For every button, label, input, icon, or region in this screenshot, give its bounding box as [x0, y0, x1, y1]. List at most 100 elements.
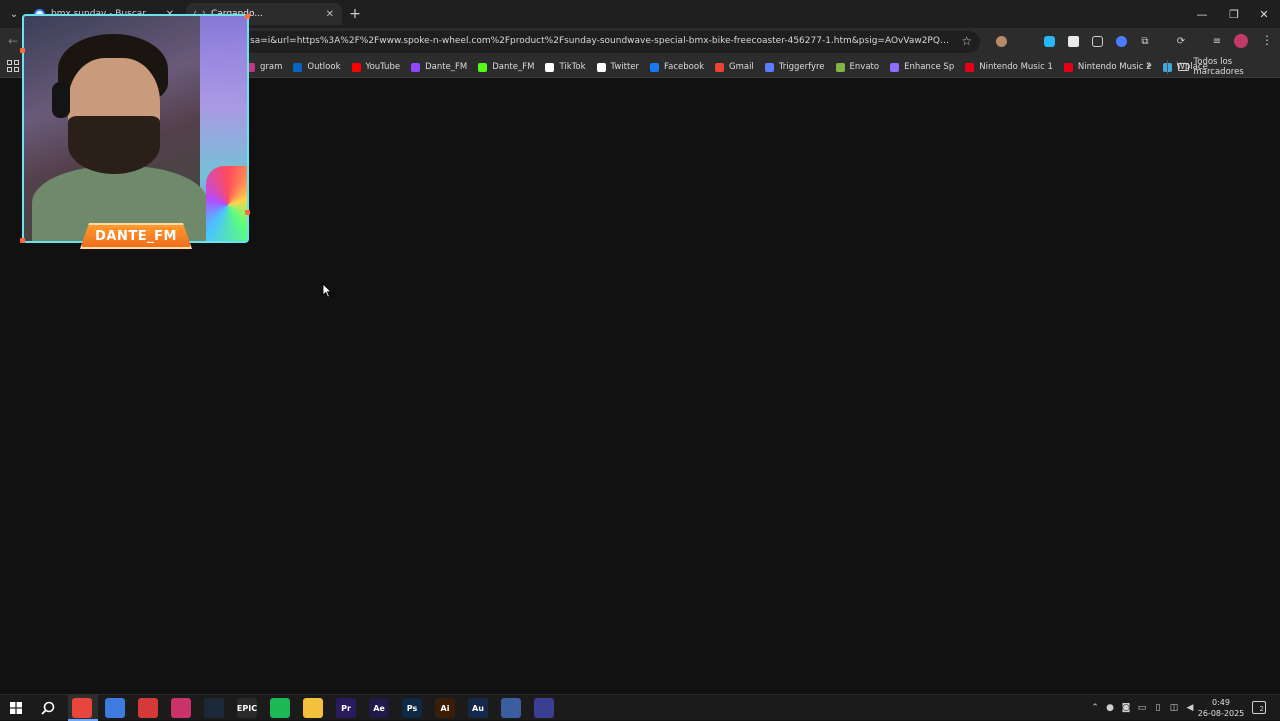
steam-tray-icon[interactable]: ● [1104, 702, 1116, 714]
bookmark-label: Nintendo Music 1 [979, 62, 1053, 72]
bookmark-favicon-icon [1064, 63, 1073, 72]
taskbar-app-app-15[interactable] [534, 698, 554, 718]
taskbar-app-explorer[interactable] [303, 698, 323, 718]
bookmark-label: Enhance Sp [904, 62, 954, 72]
new-tab-button[interactable]: + [346, 5, 364, 23]
cast-icon[interactable]: ⟳ [1173, 33, 1189, 49]
bookmark-item[interactable]: Envato [836, 62, 880, 72]
search-icon [41, 701, 55, 715]
overlay-corner [245, 14, 250, 19]
all-bookmarks-label: Todos los marcadores [1194, 57, 1280, 77]
bookmark-item[interactable]: Dante_FM [478, 62, 534, 72]
bookmark-item[interactable]: Nintendo Music 2 [1064, 62, 1152, 72]
webcam-overlay [22, 14, 249, 243]
bookmark-favicon-icon [890, 63, 899, 72]
taskbar-app-illustrator[interactable]: Ai [435, 698, 455, 718]
search-button[interactable] [38, 698, 58, 718]
bookmark-item[interactable]: Nintendo Music 1 [965, 62, 1053, 72]
headset-image [52, 82, 70, 118]
close-icon: ✕ [1259, 8, 1268, 21]
taskbar-app-premiere[interactable]: Pr [336, 698, 356, 718]
webcam-person-beard [68, 116, 160, 174]
bookmark-item[interactable]: Twitter [597, 62, 640, 72]
bookmark-item[interactable]: Triggerfyre [765, 62, 825, 72]
bookmark-star-icon[interactable]: ☆ [961, 34, 972, 48]
profile-avatar[interactable] [1234, 34, 1248, 48]
monitor-tray-icon[interactable]: ▭ [1136, 702, 1148, 714]
chevron-down-icon: ⌄ [10, 9, 18, 20]
apps-grid-icon[interactable] [7, 60, 19, 72]
battery-icon[interactable]: ▯ [1152, 702, 1164, 714]
extension-m-icon[interactable] [1065, 33, 1081, 49]
taskbar-app-photoshop[interactable]: Ps [402, 698, 422, 718]
discord-tray-icon[interactable]: ◙ [1120, 702, 1132, 714]
bookmark-favicon-icon [293, 63, 302, 72]
windows-icon [10, 702, 22, 714]
notification-count: 2 [1260, 705, 1264, 713]
bookmark-item[interactable]: Enhance Sp [890, 62, 954, 72]
bookmark-item[interactable]: Outlook [293, 62, 340, 72]
bookmark-label: Envato [850, 62, 880, 72]
network-icon[interactable]: ◫ [1168, 702, 1180, 714]
bookmark-label: Gmail [729, 62, 754, 72]
back-button[interactable]: ← [8, 34, 18, 48]
taskbar-app-calculator[interactable] [501, 698, 521, 718]
restore-button[interactable]: ❐ [1218, 0, 1250, 28]
volume-icon[interactable]: ◀ [1184, 702, 1196, 714]
taskbar-app-epic[interactable]: EPIC [237, 698, 257, 718]
minimize-icon: — [1197, 8, 1208, 21]
minimize-button[interactable]: — [1186, 0, 1218, 28]
close-tab-icon[interactable]: ✕ [326, 9, 334, 20]
extension-face-icon[interactable] [993, 33, 1009, 49]
taskbar-app-steam[interactable] [204, 698, 224, 718]
overlay-corner [245, 210, 250, 215]
webcam-nameplate: DANTE_FM [80, 223, 192, 249]
plus-icon: + [349, 6, 361, 22]
audition-icon: Au [472, 704, 484, 713]
bookmark-label: Dante_FM [492, 62, 534, 72]
start-button[interactable] [6, 698, 26, 718]
bookmark-favicon-icon [478, 63, 487, 72]
notifications-icon[interactable]: 2 [1252, 701, 1266, 714]
extension-audio-icon[interactable] [1113, 33, 1129, 49]
system-clock[interactable]: 0:49 26-08-2025 [1197, 697, 1245, 719]
taskbar-app-after-effects[interactable]: Ae [369, 698, 389, 718]
taskbar-app-spotify[interactable] [270, 698, 290, 718]
bookmark-favicon-icon [765, 63, 774, 72]
address-bar[interactable]: sa=i&url=https%3A%2F%2Fwww.spoke-n-wheel… [236, 31, 980, 53]
taskbar: EPIC Pr Ae Ps Ai Au ⌃ ● ◙ ▭ ▯ ◫ ◀ 0:49 26-08-… [0, 694, 1280, 720]
extension-7tv-icon[interactable] [1041, 33, 1057, 49]
folder-icon [1178, 63, 1189, 71]
bookmark-favicon-icon [597, 63, 606, 72]
restore-icon: ❐ [1229, 8, 1239, 21]
taskbar-app-audition[interactable]: Au [468, 698, 488, 718]
more-bookmarks-icon[interactable]: » [1146, 60, 1152, 71]
extensions-puzzle-icon[interactable]: ⧉ [1137, 33, 1153, 49]
all-bookmarks-button[interactable]: Todos los marcadores [1178, 56, 1280, 78]
bookmark-item[interactable]: YouTube [352, 62, 401, 72]
close-window-button[interactable]: ✕ [1248, 0, 1280, 28]
arrow-left-icon: ← [8, 34, 18, 48]
media-controls-icon[interactable]: ≡ [1209, 33, 1225, 49]
bookmark-favicon-icon [965, 63, 974, 72]
taskbar-app-app-4[interactable] [171, 698, 191, 718]
show-hidden-icons-chevron-icon[interactable]: ⌃ [1089, 702, 1101, 714]
more-options-icon[interactable]: ⋮ [1261, 33, 1273, 47]
overlay-corner [20, 48, 25, 53]
url-text: sa=i&url=https%3A%2F%2Fwww.spoke-n-wheel… [250, 36, 954, 46]
bookmark-label: Facebook [664, 62, 704, 72]
bookmark-item[interactable]: Dante_FM [411, 62, 467, 72]
bookmark-item[interactable]: gram [246, 62, 282, 72]
overlay-corner [20, 238, 25, 243]
clock-date: 26-08-2025 [1197, 708, 1245, 719]
extension-monitor-icon[interactable] [1089, 33, 1105, 49]
bookmark-item[interactable]: TikTok [545, 62, 585, 72]
taskbar-app-app-3[interactable] [138, 698, 158, 718]
bookmark-item[interactable]: Gmail [715, 62, 754, 72]
tab-search-button[interactable]: ⌄ [4, 4, 24, 24]
bookmark-item[interactable]: Facebook [650, 62, 704, 72]
illustrator-icon: Ai [441, 704, 450, 713]
bookmark-favicon-icon [836, 63, 845, 72]
taskbar-app-chrome-alt[interactable] [105, 698, 125, 718]
taskbar-app-chrome[interactable] [72, 698, 92, 718]
